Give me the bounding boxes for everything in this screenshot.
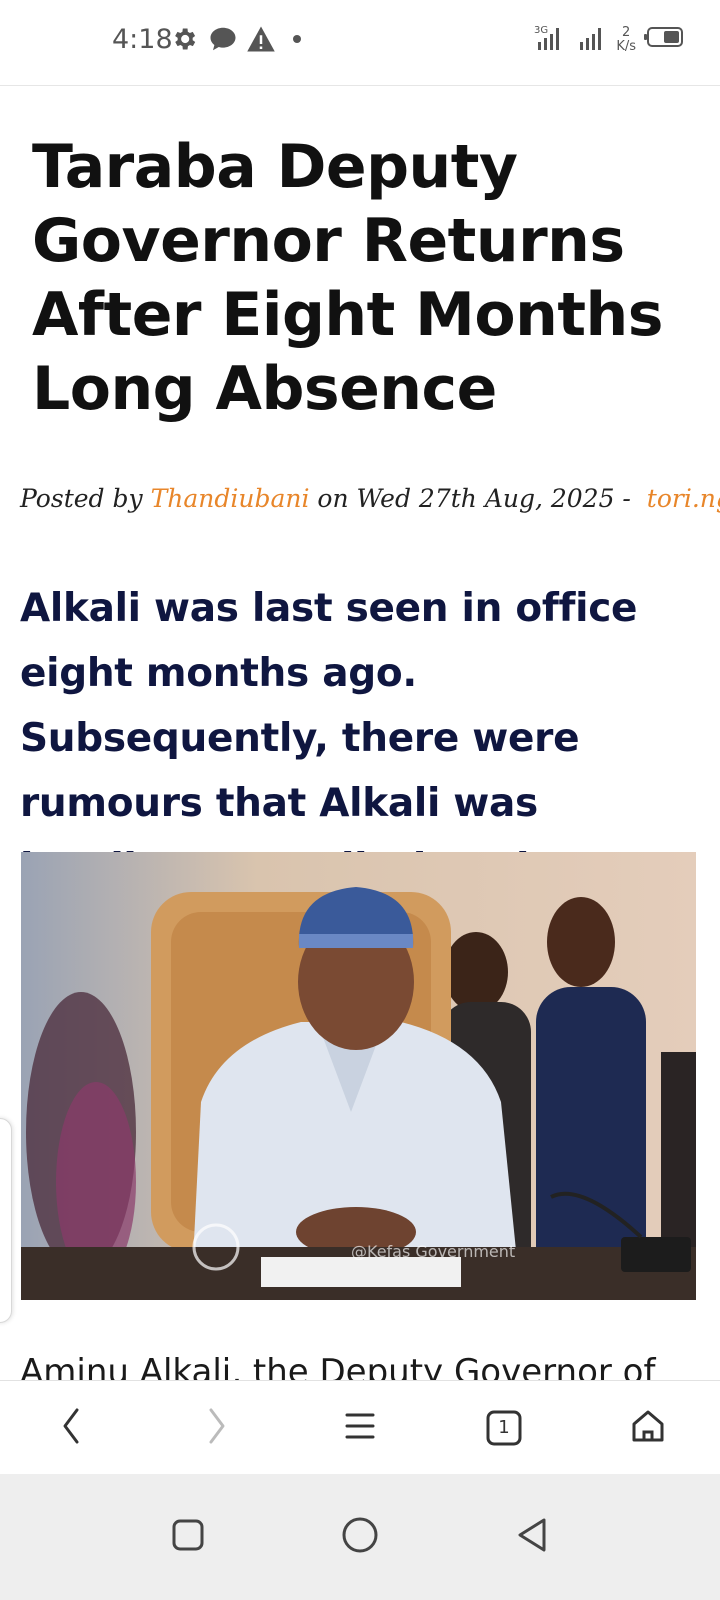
status-time: 4:18 <box>112 24 173 55</box>
source-link[interactable]: tori.ng <box>647 484 720 513</box>
article-photo[interactable]: @Kefas Government <box>21 852 696 1300</box>
home-circle-icon <box>340 1515 380 1560</box>
net-speed-unit: K/s <box>616 38 636 54</box>
recents-button[interactable] <box>152 1501 224 1573</box>
byline-date: on Wed 27th Aug, 2025 - <box>317 484 631 513</box>
back-triangle-icon <box>514 1516 550 1559</box>
warning-icon <box>246 24 276 54</box>
system-back-button[interactable] <box>496 1501 568 1573</box>
network-type-label: 3G <box>534 25 548 36</box>
article-title: Taraba Deputy Governor Returns After Eig… <box>32 132 663 424</box>
browser-toolbar: 1 <box>0 1380 720 1475</box>
back-button[interactable] <box>0 1381 144 1475</box>
gear-icon <box>170 24 198 54</box>
forward-icon <box>201 1406 231 1451</box>
tabs-button[interactable]: 1 <box>432 1381 576 1475</box>
home-icon <box>629 1407 667 1450</box>
status-right: 3G 2 K/s <box>534 22 684 57</box>
byline: Posted by Thandiubani on Wed 27th Aug, 2… <box>20 484 720 513</box>
tabs-icon: 1 <box>485 1409 523 1447</box>
byline-prefix: Posted by <box>20 484 143 513</box>
battery-icon <box>644 26 684 53</box>
recents-icon <box>171 1518 205 1557</box>
status-bar: 4:18 3G 2 K/s <box>0 0 720 86</box>
tab-count: 1 <box>498 1417 510 1438</box>
author-link[interactable]: Thandiubani <box>151 484 310 513</box>
menu-icon <box>343 1409 377 1448</box>
system-home-button[interactable] <box>324 1501 396 1573</box>
article: Taraba Deputy Governor Returns After Eig… <box>0 86 720 1408</box>
system-nav-bar <box>0 1474 720 1600</box>
back-icon <box>57 1406 87 1451</box>
forward-button[interactable] <box>144 1381 288 1475</box>
signal-icon: 3G <box>534 22 570 57</box>
photo-watermark: @Kefas Government <box>351 1242 515 1261</box>
signal-2-icon <box>578 22 608 57</box>
dot-icon <box>292 24 302 54</box>
menu-button[interactable] <box>288 1381 432 1475</box>
home-button[interactable] <box>576 1381 720 1475</box>
chat-bubble-icon <box>208 24 238 54</box>
net-speed-value: 2 <box>622 24 631 40</box>
net-speed: 2 K/s <box>616 24 636 54</box>
side-drawer-handle[interactable] <box>0 1118 12 1323</box>
